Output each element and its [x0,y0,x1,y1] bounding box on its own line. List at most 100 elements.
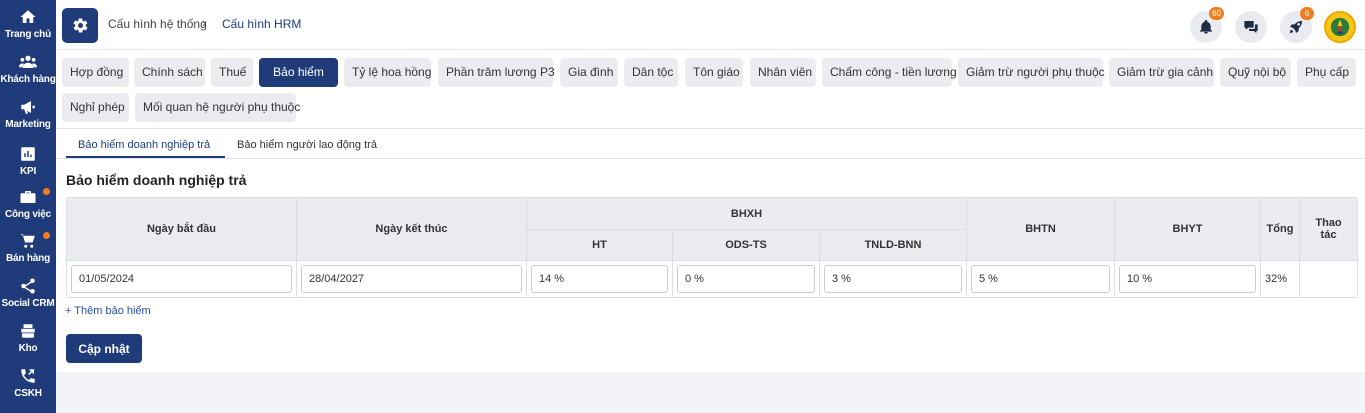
insurance-content: Bảo hiểm doanh nghiệp trả Bảo hiểm người… [56,129,1365,372]
sidebar-item-sales[interactable]: Bán hàng [0,232,56,276]
customers-icon [19,55,37,68]
tab-religion[interactable]: Tôn giáo [685,58,743,87]
sidebar-item-label: Marketing [5,119,51,130]
tab-insurance[interactable]: Bảo hiểm [259,58,338,87]
divider [672,230,673,297]
sidebar-item-warehouse[interactable]: Kho [0,322,56,366]
top-header: Cấu hình hệ thống › Cấu hình HRM 60 6 [56,0,1365,50]
bell-icon [1200,20,1212,34]
tab-policy[interactable]: Chính sách [134,58,205,87]
ht-rate-input[interactable]: 14 % [531,265,668,293]
tnld-bnn-rate-input[interactable]: 3 % [824,265,962,293]
header-start-date: Ngày bắt đầu [67,198,296,260]
divider [527,229,966,230]
add-insurance-link[interactable]: + Thêm bảo hiểm [65,305,151,317]
tab-timekeeping-salary[interactable]: Chấm công - tiền lương [822,58,957,87]
divider [819,230,820,297]
notification-count-badge: 60 [1209,7,1224,20]
megaphone-icon [21,101,35,114]
header-end-date: Ngày kết thúc [297,198,526,260]
sidebar-item-tasks[interactable]: Công việc [0,188,56,232]
sidebar-item-label: CSKH [14,388,42,399]
sidebar-item-label: Social CRM [1,298,55,309]
divider [296,198,297,297]
rocket-icon [1290,21,1302,33]
header-ods-ts: ODS-TS [673,230,819,260]
insurance-table: Ngày bắt đầu Ngày kết thúc BHXH HT ODS-T… [66,197,1358,298]
ods-ts-rate-input[interactable]: 0 % [677,265,815,293]
header-tnld-bnn: TNLD-BNN [820,230,966,260]
tab-family[interactable]: Gia đình [560,58,618,87]
subtab-employee-paid[interactable]: Bảo hiểm người lao động trả [237,139,377,151]
home-icon [20,10,36,23]
sidebar: Trang chủ Khách hàng Marketing KPI Công … [0,0,56,413]
updates-button[interactable]: 6 [1280,7,1314,43]
header-bhyt: BHYT [1115,198,1260,260]
divider [67,260,1357,261]
phone-icon [21,369,35,383]
header-total: Tổng [1261,198,1299,260]
tab-commission-rate[interactable]: Tỷ lệ hoa hồng [344,58,431,87]
sidebar-item-label: Trang chủ [5,29,51,40]
tab-dependent-relationship[interactable]: Mối quan hệ người phụ thuộc [135,93,300,122]
share-icon [21,278,35,294]
bhtn-rate-input[interactable]: 5 % [971,265,1110,293]
chevron-right-icon: › [202,15,207,30]
header-bhxh: BHXH [527,198,966,229]
header-bhtn: BHTN [967,198,1114,260]
tab-allowance[interactable]: Phụ cấp [1297,58,1356,87]
config-tabs: Hợp đồng Chính sách Thuế Bảo hiểm Tỷ lệ … [56,50,1365,129]
avatar-icon [1330,17,1350,37]
notification-dot [43,232,50,239]
sidebar-item-home[interactable]: Trang chủ [0,8,56,52]
settings-button[interactable] [62,8,98,43]
sidebar-item-label: Bán hàng [6,253,50,264]
end-date-input[interactable]: 28/04/2027 [301,265,522,293]
total-rate-value: 32% [1265,273,1288,285]
section-title: Bảo hiểm doanh nghiệp trả [66,172,247,188]
sidebar-item-social-crm[interactable]: Social CRM [0,277,56,321]
sidebar-item-label: KPI [19,166,37,177]
notifications-button[interactable]: 60 [1190,7,1224,43]
divider [526,198,527,297]
sidebar-item-kpi[interactable]: KPI [0,145,56,189]
bhyt-rate-input[interactable]: 10 % [1119,265,1256,293]
breadcrumb-hrm-config: Cấu hình HRM [222,17,302,31]
sidebar-item-customers[interactable]: Khách hàng [0,53,56,97]
start-date-input[interactable]: 01/05/2024 [71,265,292,293]
active-subtab-indicator [66,156,225,158]
subtab-company-paid[interactable]: Bảo hiểm doanh nghiệp trả [78,139,210,151]
tab-leave[interactable]: Nghỉ phép [62,93,129,122]
notification-dot [43,188,50,195]
updates-count-badge: 6 [1300,7,1314,20]
cart-icon [20,234,35,248]
gear-icon [73,18,87,33]
sidebar-item-customer-care[interactable]: CSKH [0,367,56,411]
tab-internal-fund[interactable]: Quỹ nội bộ [1220,58,1291,87]
tab-contract[interactable]: Hợp đồng [62,58,129,87]
user-avatar[interactable] [1324,11,1356,43]
tab-family-deduction[interactable]: Giảm trừ gia cảnh [1109,58,1214,87]
tab-employee[interactable]: Nhân viên [750,58,816,87]
divider [1114,198,1115,297]
sidebar-item-label: Công việc [5,209,51,220]
divider [1260,198,1261,297]
chat-button[interactable] [1235,11,1267,43]
tab-dependent-deduction[interactable]: Giảm trừ người phụ thuộc [958,58,1105,87]
sidebar-item-label: Kho [18,343,38,354]
tab-tax[interactable]: Thuế [211,58,253,87]
divider [1299,198,1300,297]
header-action: Thao tác [1300,198,1357,260]
header-ht: HT [527,230,672,260]
divider [966,198,967,297]
tab-salary-p3[interactable]: Phần trăm lương P3 [438,58,555,87]
warehouse-icon [21,324,35,338]
chat-icon [1244,21,1258,33]
breadcrumb-system-config[interactable]: Cấu hình hệ thống [108,17,207,31]
sidebar-item-marketing[interactable]: Marketing [0,98,56,142]
insurance-subtabs: Bảo hiểm doanh nghiệp trả Bảo hiểm người… [56,129,1365,159]
tab-ethnicity[interactable]: Dân tộc [624,58,678,87]
update-button[interactable]: Cập nhật [66,334,142,363]
chart-icon [21,147,35,161]
sidebar-item-label: Khách hàng [0,74,56,85]
